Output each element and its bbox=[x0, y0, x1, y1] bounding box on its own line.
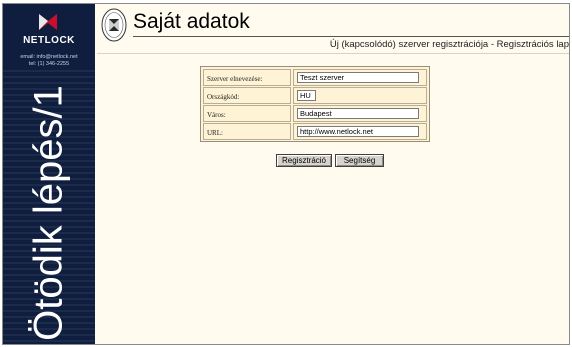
sidebar: NETLOCK email: info@netlock.net tel: (1)… bbox=[3, 4, 95, 344]
header-divider bbox=[97, 53, 569, 54]
registration-form: Szerver elnevezése: Országkód: Város: UR… bbox=[200, 66, 430, 142]
contact-email[interactable]: email: info@netlock.net bbox=[3, 54, 95, 61]
form-row-city: Város: bbox=[203, 105, 427, 122]
server-name-label: Szerver elnevezése: bbox=[203, 69, 291, 86]
server-name-input[interactable] bbox=[297, 72, 419, 83]
url-input[interactable] bbox=[297, 126, 419, 137]
page-title: Saját adatok bbox=[133, 10, 250, 33]
page-subtitle: Új (kapcsolódó) szerver regisztrációja -… bbox=[329, 39, 569, 50]
help-button[interactable]: Segítség bbox=[335, 154, 384, 167]
form-row-url: URL: bbox=[203, 123, 427, 140]
url-label: URL: bbox=[203, 123, 291, 140]
page-header: · Saját adatok Új (kapcsolódó) szerver r… bbox=[97, 5, 569, 53]
form-row-country-code: Országkód: bbox=[203, 87, 427, 104]
city-cell bbox=[293, 105, 427, 122]
netlock-logo-icon bbox=[39, 14, 57, 30]
country-code-label: Országkód: bbox=[203, 87, 291, 104]
logo-text: NETLOCK bbox=[23, 35, 75, 46]
form-row-server-name: Szerver elnevezése: bbox=[203, 69, 427, 86]
register-button[interactable]: Regisztráció bbox=[276, 154, 332, 167]
server-name-cell bbox=[293, 69, 427, 86]
country-code-cell bbox=[293, 87, 427, 104]
step-title: Ötödik lépés/1 bbox=[26, 85, 71, 341]
seal-icon: · bbox=[101, 8, 127, 42]
title-divider bbox=[133, 36, 569, 37]
contact-phone: tel: (1) 346-2255 bbox=[28, 61, 70, 67]
country-code-input[interactable] bbox=[297, 90, 316, 101]
city-label: Város: bbox=[203, 105, 291, 122]
svg-text:·: · bbox=[114, 10, 115, 14]
city-input[interactable] bbox=[297, 108, 419, 119]
step-banner: Ötödik lépés/1 bbox=[3, 70, 95, 344]
url-cell bbox=[293, 123, 427, 140]
